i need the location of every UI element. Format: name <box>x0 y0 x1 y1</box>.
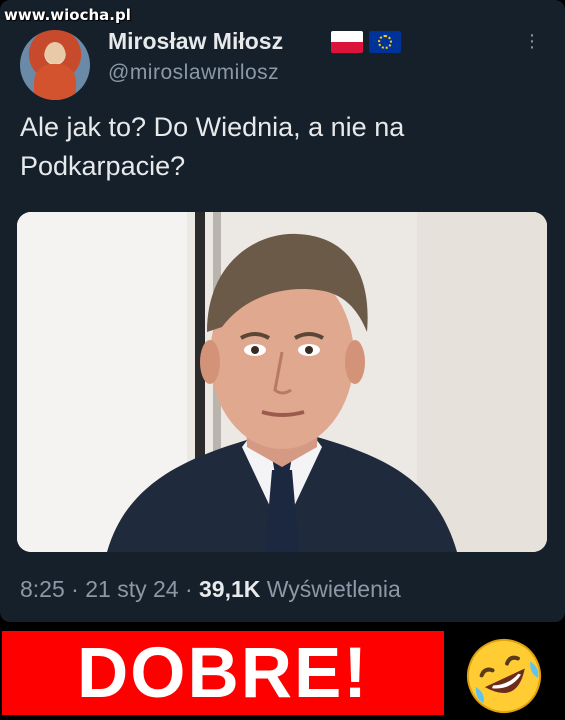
avatar-head <box>45 42 65 64</box>
tweet-time[interactable]: 8:25 <box>20 576 65 602</box>
views-label: Wyświetlenia <box>266 576 401 602</box>
tweet-photo[interactable] <box>17 212 547 552</box>
tweet-text: Ale jak to? Do Wiednia, a nie na Podkarp… <box>20 112 405 181</box>
dobre-banner: DOBRE! <box>2 631 444 715</box>
separator: · <box>71 576 79 602</box>
tweet-date[interactable]: 21 sty 24 <box>85 576 178 602</box>
watermark: www.wiocha.pl <box>4 6 131 24</box>
author-handle[interactable]: @miroslawmilosz <box>108 61 279 85</box>
more-options-icon[interactable]: · · · <box>527 25 537 57</box>
poland-flag-icon <box>331 31 363 53</box>
rolling-on-floor-laughing-emoji <box>467 639 541 713</box>
eu-flag-icon <box>369 31 401 53</box>
portrait-photo <box>17 212 547 552</box>
separator: · <box>184 576 193 602</box>
views-count[interactable]: 39,1K <box>199 576 260 602</box>
avatar-body <box>34 64 76 100</box>
avatar[interactable] <box>20 30 90 100</box>
author-name[interactable]: Mirosław Miłosz <box>108 28 283 55</box>
tweet-card: www.wiocha.pl Mirosław Miłosz @miroslawm… <box>0 0 565 622</box>
tweet-meta: 8:25 · 21 sty 24 · 39,1K Wyświetlenia <box>20 576 401 603</box>
dobre-text: DOBRE! <box>76 633 370 713</box>
